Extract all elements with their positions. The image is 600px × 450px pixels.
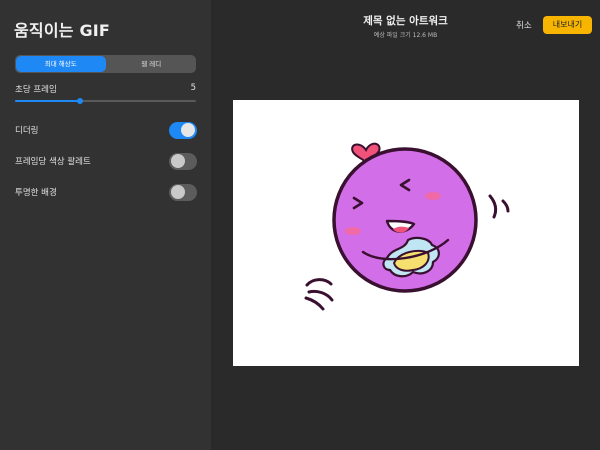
dithering-toggle[interactable] bbox=[169, 121, 197, 139]
transparent-background-row: 투명한 배경 bbox=[15, 183, 197, 201]
left-blush bbox=[345, 227, 361, 235]
per-frame-palette-row: 프레임당 색상 팔레트 bbox=[15, 152, 197, 170]
motion-line bbox=[305, 278, 333, 287]
per-frame-palette-label: 프레임당 색상 팔레트 bbox=[15, 157, 91, 167]
fps-slider-fill bbox=[15, 100, 81, 102]
transparent-background-toggle[interactable] bbox=[169, 183, 197, 201]
toggle-knob bbox=[171, 154, 185, 168]
motion-line bbox=[488, 194, 498, 219]
main-header: 제목 없는 아트워크 예상 파일 크기 12.6 MB bbox=[211, 0, 600, 44]
artwork-title: 제목 없는 아트워크 bbox=[363, 15, 448, 27]
motion-line bbox=[304, 296, 325, 311]
per-frame-palette-toggle[interactable] bbox=[169, 152, 197, 170]
fps-slider-thumb[interactable] bbox=[77, 98, 84, 104]
right-blush bbox=[425, 192, 441, 200]
purple-smiley-character bbox=[304, 142, 510, 311]
artwork-preview bbox=[233, 100, 579, 366]
resolution-segmented-control[interactable]: 최대 해상도 웹 레디 bbox=[15, 55, 196, 73]
dithering-row: 디더링 bbox=[15, 121, 197, 139]
fps-value: 5 bbox=[190, 83, 196, 93]
dithering-label: 디더링 bbox=[15, 126, 39, 136]
fps-slider[interactable] bbox=[15, 98, 196, 104]
segment-web-ready[interactable]: 웹 레디 bbox=[107, 55, 197, 73]
panel-title: 움직이는 GIF bbox=[14, 21, 111, 40]
fps-label: 초당 프레임 bbox=[15, 85, 57, 95]
motion-line bbox=[501, 199, 510, 213]
fps-row: 초당 프레임 5 bbox=[15, 83, 196, 95]
toggle-knob bbox=[181, 123, 195, 137]
estimated-file-size: 예상 파일 크기 12.6 MB bbox=[373, 32, 438, 39]
segment-max-resolution[interactable]: 최대 해상도 bbox=[16, 56, 106, 72]
cancel-button[interactable]: 취소 bbox=[516, 19, 532, 31]
toggle-knob bbox=[171, 185, 185, 199]
motion-line bbox=[307, 289, 334, 302]
transparent-background-label: 투명한 배경 bbox=[15, 188, 57, 198]
export-button[interactable]: 내보내기 bbox=[543, 16, 592, 34]
export-sidebar: 움직이는 GIF 최대 해상도 웹 레디 초당 프레임 5 디더링 프레임당 색… bbox=[0, 0, 211, 450]
